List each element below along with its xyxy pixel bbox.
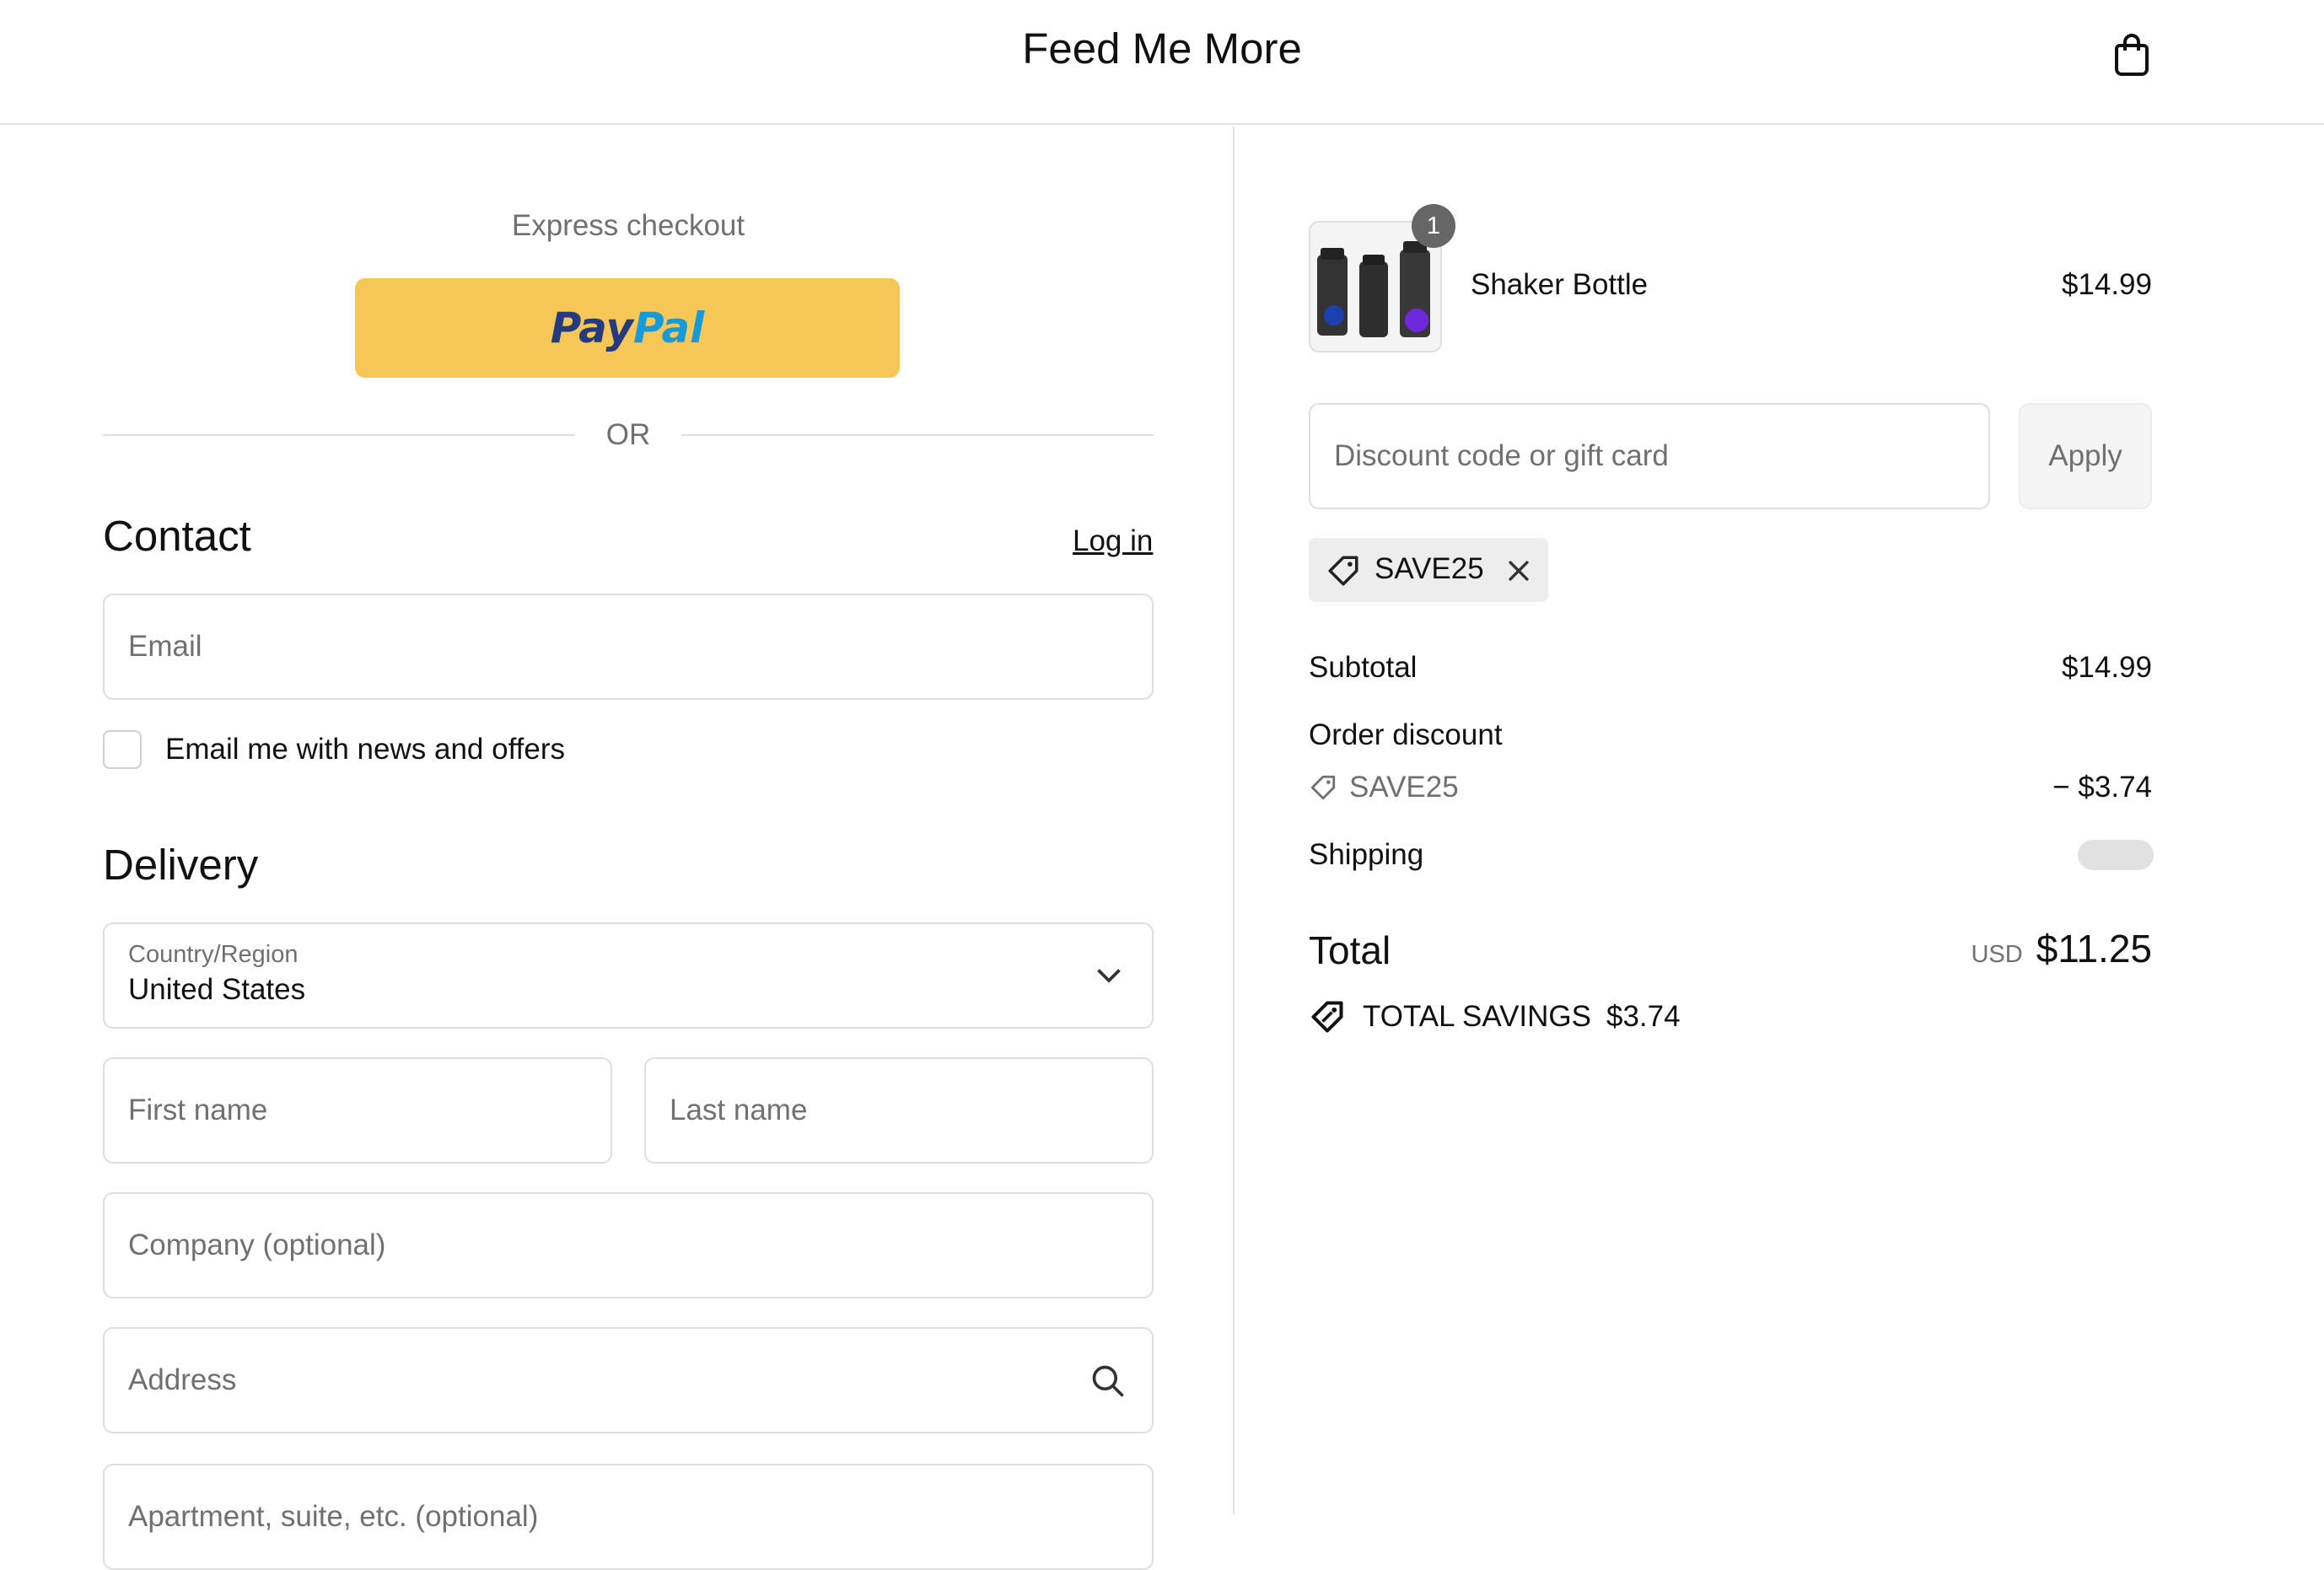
chevron-down-icon[interactable] <box>1096 966 1122 987</box>
shipping-loading-placeholder <box>2078 840 2154 870</box>
or-separator: OR <box>103 417 1154 454</box>
company-field[interactable] <box>103 1192 1154 1298</box>
discount-input[interactable] <box>1310 405 1988 508</box>
discount-amount: − $3.74 <box>2052 771 2152 804</box>
separator-line-left <box>103 434 575 436</box>
apartment-input[interactable] <box>105 1465 1152 1568</box>
search-icon[interactable] <box>1089 1363 1127 1400</box>
savings-tag-icon <box>1311 1001 1343 1033</box>
contact-heading: Contact <box>103 512 251 560</box>
email-input[interactable] <box>105 595 1152 698</box>
first-name-field[interactable] <box>103 1057 612 1164</box>
login-link[interactable]: Log in <box>1073 524 1153 558</box>
news-checkbox[interactable] <box>103 730 142 769</box>
paypal-button[interactable]: Pay Pal <box>355 278 900 378</box>
country-select[interactable]: Country/Region United States <box>103 922 1154 1029</box>
or-label: OR <box>605 418 651 451</box>
last-name-field[interactable] <box>644 1057 1154 1164</box>
total-amount: USD $11.25 <box>1971 926 2152 971</box>
shipping-label: Shipping <box>1309 838 1424 871</box>
paypal-logo-part1: Pay <box>550 304 633 352</box>
address-field[interactable] <box>103 1327 1154 1433</box>
separator-line-right <box>681 434 1154 436</box>
store-name[interactable]: Feed Me More <box>0 24 2324 73</box>
last-name-input[interactable] <box>646 1059 1152 1162</box>
header: Feed Me More <box>0 0 2324 125</box>
close-icon[interactable] <box>1504 556 1533 585</box>
country-value[interactable]: United States <box>128 973 305 1007</box>
total-savings: TOTAL SAVINGS $3.74 <box>1309 998 1681 1035</box>
total-label: Total <box>1309 928 1391 972</box>
applied-discount-chip: SAVE25 <box>1309 538 1548 602</box>
product-name: Shaker Bottle <box>1471 268 1649 301</box>
express-checkout-title: Express checkout <box>511 209 745 242</box>
product-price: $14.99 <box>2061 268 2152 301</box>
order-discount-code-text: SAVE25 <box>1349 771 1459 804</box>
total-savings-value: $3.74 <box>1606 1000 1681 1033</box>
quantity-badge: 1 <box>1412 204 1455 248</box>
tag-icon <box>1328 556 1358 586</box>
total-currency: USD <box>1971 941 2023 968</box>
applied-discount-code: SAVE25 <box>1374 552 1484 585</box>
discount-field[interactable] <box>1309 403 1990 509</box>
shopping-bag-icon[interactable] <box>2106 29 2157 79</box>
column-divider <box>1233 126 1235 1514</box>
total-value: $11.25 <box>2036 927 2152 970</box>
delivery-heading: Delivery <box>103 841 259 889</box>
apply-button[interactable]: Apply <box>2019 403 2152 509</box>
email-field[interactable] <box>103 594 1154 700</box>
tag-icon <box>1310 775 1336 800</box>
address-input[interactable] <box>105 1329 1152 1432</box>
order-discount-label: Order discount <box>1309 718 1503 751</box>
news-checkbox-label[interactable]: Email me with news and offers <box>165 733 565 766</box>
subtotal-value: $14.99 <box>2061 651 2152 684</box>
news-opt-in[interactable]: Email me with news and offers <box>103 729 565 771</box>
apartment-field[interactable] <box>103 1464 1154 1570</box>
first-name-input[interactable] <box>105 1059 611 1162</box>
paypal-logo-part2: Pal <box>632 304 705 352</box>
company-input[interactable] <box>105 1194 1152 1297</box>
total-savings-label: TOTAL SAVINGS <box>1363 1000 1591 1033</box>
order-discount-code: SAVE25 <box>1309 771 1459 804</box>
country-label: Country/Region <box>128 941 299 968</box>
subtotal-label: Subtotal <box>1309 651 1418 684</box>
